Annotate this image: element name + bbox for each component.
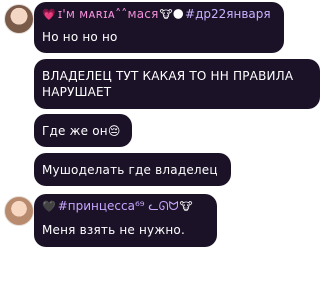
message-text: Мушоделать где владелец bbox=[42, 163, 218, 177]
sad-face-icon: 😔 bbox=[107, 124, 121, 138]
message-bubble[interactable]: 💗 ɪ'ᴍ ᴍᴀʀɪᴀ˄˄мася 🐮🌑 #др22января Но но н… bbox=[34, 2, 284, 53]
avatar[interactable] bbox=[4, 196, 34, 226]
message-bubble[interactable]: Мушоделать где владелец bbox=[34, 153, 231, 186]
message-bubble[interactable]: Где же он😔 bbox=[34, 114, 132, 147]
author-name[interactable]: ɪ'ᴍ ᴍᴀʀɪᴀ˄˄мася bbox=[58, 7, 159, 21]
avatar[interactable] bbox=[4, 4, 34, 34]
author-tag[interactable]: #др22января bbox=[185, 7, 271, 21]
message-text: Меня взять не нужно. bbox=[42, 223, 185, 237]
message-bubble[interactable]: 🖤 #принцесса⁶⁹ ᓚᘏᗢ 🐮 Меня взять не нужно… bbox=[34, 194, 217, 247]
message-text-content: Где же он bbox=[42, 124, 108, 138]
message-bubble[interactable]: ВЛАДЕЛЕЦ ТУТ КАКАЯ ТО НН ПРАВИЛА НАРУШАЕ… bbox=[34, 59, 320, 109]
message-text: ВЛАДЕЛЕЦ ТУТ КАКАЯ ТО НН ПРАВИЛА НАРУШАЕ… bbox=[42, 69, 294, 99]
heart-icon: 🖤 bbox=[42, 200, 56, 213]
cow-emoji-icon: 🐮🌑 bbox=[159, 7, 185, 21]
author-name[interactable]: #принцесса⁶⁹ ᓚᘏᗢ bbox=[58, 199, 179, 214]
message-text: Где же он😔 bbox=[42, 123, 121, 139]
cow-emoji-icon: 🐮 bbox=[179, 200, 193, 213]
message-text: Но но но но bbox=[42, 30, 118, 44]
heart-icon: 💗 bbox=[42, 7, 56, 21]
message-author[interactable]: 💗 ɪ'ᴍ ᴍᴀʀɪᴀ˄˄мася 🐮🌑 #др22января bbox=[42, 7, 271, 21]
message-author[interactable]: 🖤 #принцесса⁶⁹ ᓚᘏᗢ 🐮 bbox=[42, 199, 194, 214]
